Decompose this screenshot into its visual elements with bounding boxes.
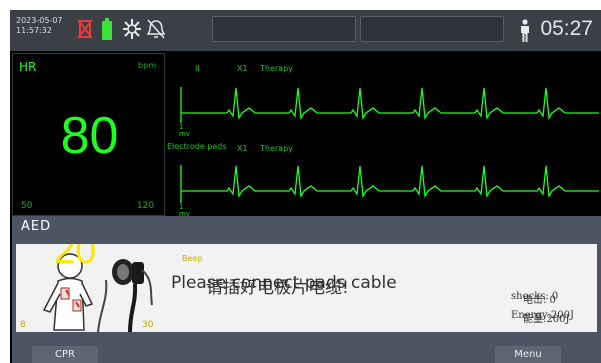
hr-high-limit: 120	[136, 201, 154, 211]
physiological-alarm-box	[360, 16, 504, 42]
date-text: 2023-05-07	[16, 16, 63, 25]
pacer-icon	[123, 19, 141, 39]
voice-prompt-cn: 请插好电极片电缆!	[206, 278, 349, 298]
energy-level-cn: 能量:200J	[523, 314, 570, 325]
waveform-area: II X1 Therapy 1 mv Electrode pads X1 The…	[167, 53, 601, 218]
cpr-button[interactable]: CPR	[32, 346, 98, 363]
hr-label: HR	[19, 60, 37, 74]
battery-icon	[102, 18, 112, 40]
aed-prompt-box: 20 8 30 Beep Please connect pads cable 请…	[16, 244, 597, 332]
date-time: 2023-05-07 11:57:32	[16, 16, 63, 36]
alarm-off-icon	[147, 19, 165, 39]
ecg-wave-1	[181, 87, 599, 121]
aed-title: AED	[21, 219, 52, 234]
aed-panel: AED 20 8 30 Beep Please connect pads cab…	[12, 216, 601, 363]
ecg-wave-2	[181, 165, 599, 199]
ecg-waveforms	[180, 87, 599, 203]
patient-icon	[521, 19, 529, 42]
hr-unit: bpm	[138, 61, 156, 70]
countdown-low: 8	[20, 320, 26, 330]
time-text: 11:57:32	[16, 26, 52, 35]
status-bar: 2023-05-07 11:57:32 05:27	[10, 10, 601, 51]
menu-button[interactable]: Menu	[495, 346, 561, 363]
shocks-count-cn: 电击: 0	[523, 295, 556, 306]
countdown-high: 30	[142, 320, 154, 330]
hr-low-limit: 50	[21, 201, 33, 211]
aed-monitor-screen: 2023-05-07 11:57:32 05:27 HR bpm 80 50 1…	[10, 10, 601, 363]
clock: 05:27	[540, 17, 593, 40]
hr-value: 80	[60, 107, 119, 165]
hr-parameter-panel[interactable]: HR bpm 80 50 120	[12, 53, 165, 216]
beep-label: Beep	[182, 254, 203, 263]
ecg-lead-off-icon	[78, 19, 92, 39]
analysis-countdown: 20	[54, 244, 97, 272]
technical-alarm-box	[212, 16, 356, 42]
